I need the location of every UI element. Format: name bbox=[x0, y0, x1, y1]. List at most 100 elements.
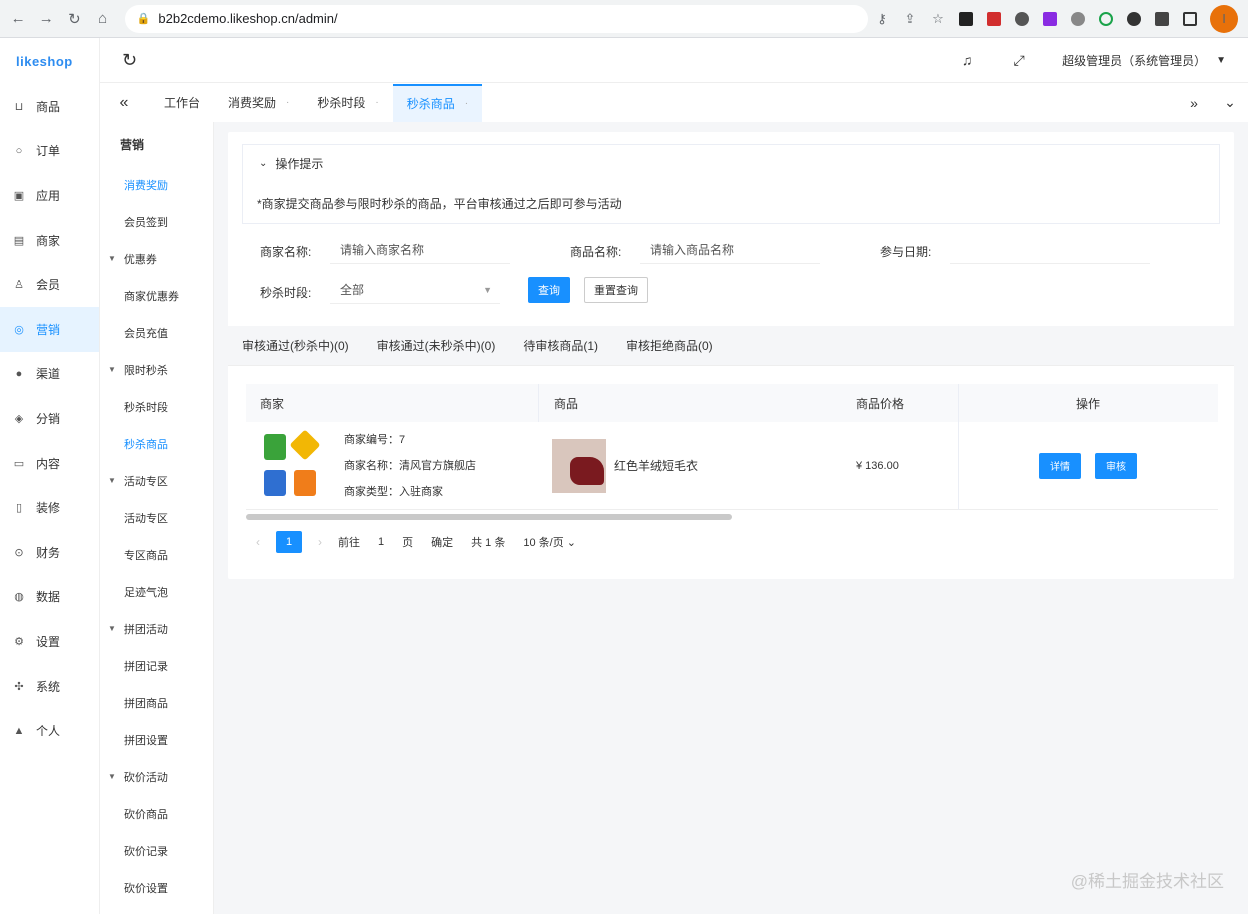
sidebar-item[interactable]: ◎ 营销 bbox=[0, 306, 99, 352]
sidebar-item[interactable]: ⚙ 设置 bbox=[0, 619, 99, 664]
sidebar-item[interactable]: ▤ 商家 bbox=[0, 218, 99, 263]
confirm-button[interactable]: 确定 bbox=[431, 534, 453, 550]
audit-button[interactable]: 审核 bbox=[1095, 452, 1137, 479]
goto-input[interactable]: 1 bbox=[378, 536, 384, 548]
sub-nav-item[interactable]: 足迹气泡 bbox=[100, 573, 213, 610]
sub-nav-group[interactable]: ▼ 限时秒杀 bbox=[100, 351, 213, 388]
sidebar-item[interactable]: ▲ 个人 bbox=[0, 708, 99, 753]
puzzle-icon[interactable] bbox=[1155, 11, 1169, 26]
address-bar[interactable]: 🔒 b2b2cdemo.likeshop.cn/admin/ bbox=[124, 4, 868, 33]
profile-avatar[interactable]: I bbox=[1210, 4, 1238, 33]
sidebar-item[interactable]: ◈ 分销 bbox=[0, 396, 99, 441]
sub-nav-item[interactable]: 砍价记录 bbox=[100, 832, 213, 869]
sub-nav-label: 砍价商品 bbox=[124, 808, 168, 821]
tabs-scroll-right-icon[interactable]: » bbox=[1176, 95, 1212, 111]
sidepanel-icon[interactable] bbox=[1183, 11, 1197, 26]
page-tab[interactable]: 消费奖励 · bbox=[214, 84, 303, 122]
caret-down-icon[interactable]: ▼ bbox=[1216, 55, 1226, 66]
sidebar-item[interactable]: ● 渠道 bbox=[0, 352, 99, 397]
tab-close-icon[interactable]: · bbox=[375, 97, 378, 108]
sidebar-item[interactable]: ◍ 数据 bbox=[0, 575, 99, 620]
sidebar-item[interactable]: ✣ 系统 bbox=[0, 664, 99, 709]
sub-nav-item[interactable]: 拼团设置 bbox=[100, 721, 213, 758]
status-tab[interactable]: 审核通过(未秒杀中)(0) bbox=[363, 326, 510, 366]
sub-nav-group[interactable]: ▼ 优惠券 bbox=[100, 240, 213, 277]
page-tab[interactable]: 工作台 bbox=[150, 84, 214, 122]
extension-icon[interactable] bbox=[1071, 11, 1085, 26]
sub-nav-item[interactable]: 拼团商品 bbox=[100, 684, 213, 721]
extension-icon[interactable] bbox=[1015, 11, 1029, 26]
key-icon[interactable]: ⚷ bbox=[868, 5, 896, 33]
reload-icon[interactable]: ↻ bbox=[60, 4, 88, 34]
sub-nav-label: 秒杀商品 bbox=[124, 438, 168, 451]
tab-close-icon[interactable]: · bbox=[286, 97, 289, 108]
sub-nav-item[interactable]: 商家优惠券 bbox=[100, 277, 213, 314]
sub-nav-item[interactable]: 专区商品 bbox=[100, 536, 213, 573]
share-icon[interactable]: ⇪ bbox=[896, 5, 924, 33]
sub-nav-item[interactable]: 秒杀时段 bbox=[100, 388, 213, 425]
page-tab[interactable]: 秒杀时段 · bbox=[303, 84, 392, 122]
sub-nav-item[interactable]: 会员签到 bbox=[100, 203, 213, 240]
sub-nav-item[interactable]: 砍价设置 bbox=[100, 869, 213, 906]
app-logo[interactable]: likeshop bbox=[0, 38, 99, 84]
status-tab[interactable]: 待审核商品(1) bbox=[509, 326, 612, 366]
tab-close-icon[interactable]: · bbox=[465, 98, 468, 109]
sidebar-item-label: 财务 bbox=[36, 545, 61, 560]
forward-icon[interactable]: → bbox=[32, 4, 60, 34]
sub-nav-item[interactable]: 秒杀商品 bbox=[100, 425, 213, 462]
query-button[interactable]: 查询 bbox=[528, 277, 570, 303]
period-select[interactable]: 全部 ▼ bbox=[330, 276, 500, 304]
extension-icon[interactable] bbox=[1099, 11, 1113, 26]
next-page-icon[interactable]: › bbox=[318, 535, 322, 549]
sub-nav-group[interactable]: ▼ 活动专区 bbox=[100, 462, 213, 499]
sidebar-item-label: 应用 bbox=[36, 188, 61, 203]
sub-nav-label: 砍价活动 bbox=[123, 771, 168, 784]
home-icon[interactable]: ⌂ bbox=[89, 4, 117, 34]
admin-user-menu[interactable]: 超级管理员（系统管理员） bbox=[1062, 52, 1206, 69]
sidebar-item[interactable]: ▣ 应用 bbox=[0, 173, 99, 218]
horizontal-scrollbar[interactable] bbox=[246, 514, 732, 520]
extension-icon[interactable] bbox=[987, 11, 1001, 26]
sidebar-item[interactable]: ♙ 会员 bbox=[0, 262, 99, 307]
sub-nav-item[interactable]: 消费奖励 bbox=[100, 166, 213, 203]
shop-name-input[interactable]: 请输入商家名称 bbox=[330, 236, 510, 264]
status-tab[interactable]: 审核通过(秒杀中)(0) bbox=[228, 326, 363, 366]
page-size-select[interactable]: 10 条/页 ⌄ bbox=[523, 534, 576, 550]
tabs-scroll-left-icon[interactable]: « bbox=[106, 94, 142, 112]
sub-nav-group[interactable]: ▼ 拼团活动 bbox=[100, 610, 213, 647]
bookmark-star-icon[interactable]: ☆ bbox=[924, 5, 952, 33]
detail-button[interactable]: 详情 bbox=[1039, 452, 1081, 479]
extension-icon[interactable] bbox=[1043, 11, 1057, 26]
sidebar-item-label: 商家 bbox=[36, 233, 61, 248]
extension-icon[interactable] bbox=[1127, 11, 1141, 26]
sub-nav-item[interactable]: 砍价商品 bbox=[100, 795, 213, 832]
browser-toolbar: ← → ↻ ⌂ 🔒 b2b2cdemo.likeshop.cn/admin/ ⚷… bbox=[0, 0, 1248, 38]
back-icon[interactable]: ← bbox=[4, 4, 32, 34]
th-shop: 商家 bbox=[260, 396, 285, 411]
bell-icon[interactable]: ♫ bbox=[952, 52, 982, 68]
sub-nav-item[interactable]: 拼团记录 bbox=[100, 647, 213, 684]
page-tab[interactable]: 秒杀商品 · bbox=[392, 83, 483, 122]
extension-icon[interactable] bbox=[959, 11, 973, 26]
page-number-current[interactable]: 1 bbox=[276, 531, 302, 553]
goods-name-input[interactable]: 请输入商品名称 bbox=[640, 236, 820, 264]
page-tab-label: 消费奖励 bbox=[228, 96, 277, 110]
sidebar-item[interactable]: ⊔ 商品 bbox=[0, 84, 99, 129]
prev-page-icon[interactable]: ‹ bbox=[256, 535, 260, 549]
sidebar-item[interactable]: ▯ 装修 bbox=[0, 485, 99, 530]
tabs-menu-chevron-icon[interactable]: ⌄ bbox=[1212, 94, 1248, 111]
sidebar-item[interactable]: ▭ 内容 bbox=[0, 441, 99, 486]
tips-header[interactable]: ⌄ 操作提示 bbox=[243, 145, 1219, 181]
chevron-down-icon[interactable]: ⌄ bbox=[259, 158, 267, 169]
sidebar-item[interactable]: ⊙ 财务 bbox=[0, 530, 99, 575]
sub-nav-group[interactable]: ▼ 砍价活动 bbox=[100, 758, 213, 795]
sub-nav-item[interactable]: 会员充值 bbox=[100, 314, 213, 351]
date-picker[interactable] bbox=[950, 236, 1150, 264]
content-icon: ▭ bbox=[13, 457, 25, 470]
sub-nav-item[interactable]: 活动专区 bbox=[100, 499, 213, 536]
reset-button[interactable]: 重置查询 bbox=[584, 277, 648, 303]
refresh-icon[interactable]: ↻ bbox=[122, 50, 137, 71]
status-tab[interactable]: 审核拒绝商品(0) bbox=[612, 326, 727, 366]
fullscreen-icon[interactable]: ⤢ bbox=[1004, 52, 1034, 69]
sidebar-item[interactable]: ○ 订单 bbox=[0, 129, 99, 174]
